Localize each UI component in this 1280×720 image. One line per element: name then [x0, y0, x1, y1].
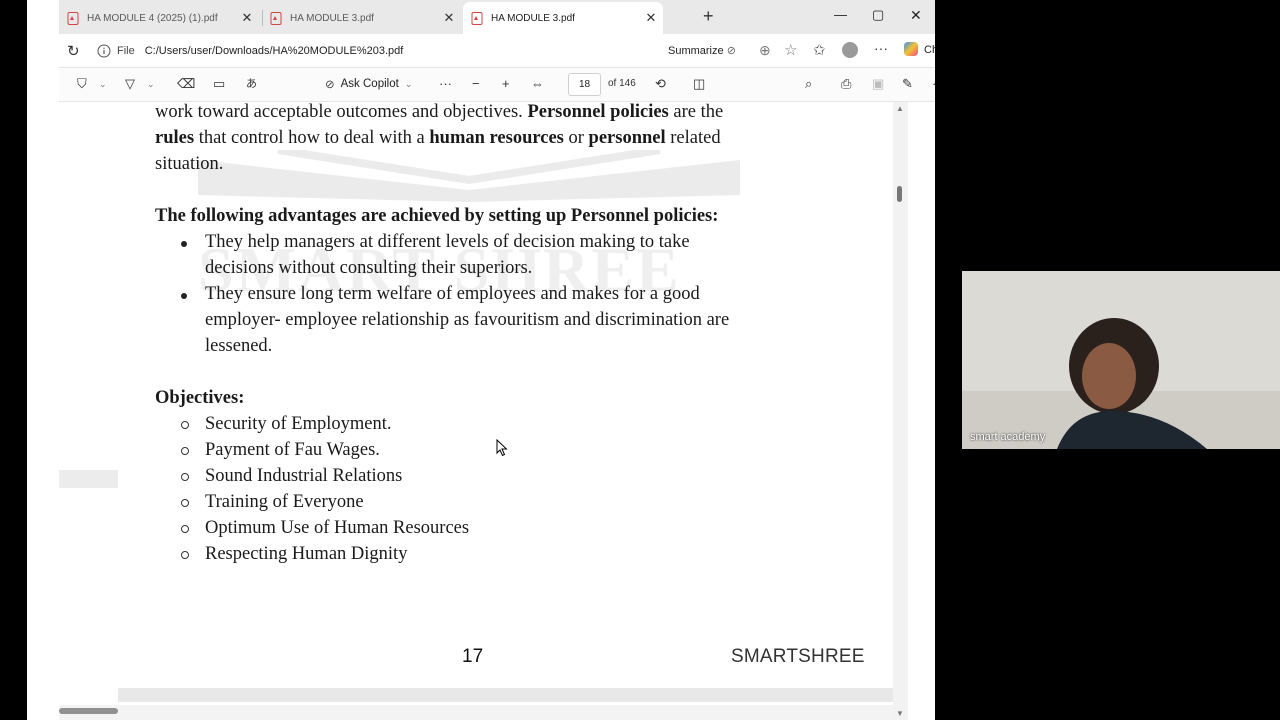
more-tools-icon[interactable]: ···	[439, 76, 452, 92]
objective-item: Optimum Use of Human Resources	[205, 518, 470, 538]
participant-video-image	[962, 271, 1280, 449]
url-scheme-label: File	[117, 44, 135, 57]
tab-bar: HA MODULE 4 (2025) (1).pdf ✕ HA MODULE 3…	[59, 0, 935, 34]
scroll-down-icon[interactable]: ▼	[896, 709, 904, 718]
objective-item: Payment of Fau Wages.	[205, 440, 380, 460]
horizontal-scroll-thumb[interactable]	[59, 708, 118, 714]
advantage-1-line-2: decisions without consulting their super…	[205, 258, 533, 278]
page-gap	[118, 688, 893, 702]
advantage-2-line-1: They ensure long term welfare of employe…	[205, 284, 700, 304]
text-icon[interactable]: ▭	[213, 76, 225, 92]
list-bullet-ring	[181, 473, 189, 481]
ask-copilot-label: Ask Copilot	[340, 78, 399, 90]
chevron-down-icon: ⌄	[404, 78, 413, 89]
eraser-icon[interactable]: ⌫	[177, 76, 195, 92]
print-icon[interactable]: ⎙	[841, 76, 851, 92]
tab-label: HA MODULE 3.pdf	[290, 12, 374, 24]
chat-button[interactable]: Chat	[924, 44, 935, 56]
settings-more-icon[interactable]: ···	[932, 76, 935, 92]
close-tab-icon[interactable]: ✕	[437, 10, 461, 26]
pdf-file-icon	[270, 11, 282, 25]
save-as-icon[interactable]: ✎	[902, 76, 913, 92]
participant-name-label: smart academy	[970, 431, 1046, 443]
intro-line-3: situation.	[155, 154, 224, 174]
objective-item: Respecting Human Dignity	[205, 544, 408, 564]
footer-brand: SMARTSHREE	[731, 646, 865, 667]
list-bullet-ring	[181, 447, 189, 455]
vertical-scrollbar[interactable]: ▲ ▼	[893, 102, 908, 720]
watermark-book-graphic	[198, 150, 740, 202]
highlight-icon[interactable]: ⛉	[77, 76, 87, 92]
bullet-dot	[181, 241, 187, 247]
tab-ha-module-4[interactable]: HA MODULE 4 (2025) (1).pdf ✕	[59, 2, 259, 34]
profile-avatar[interactable]	[842, 42, 858, 58]
pdf-file-icon	[67, 11, 79, 25]
save-icon[interactable]: ▣	[872, 76, 884, 92]
summarize-label: Summarize	[668, 45, 724, 57]
copilot-outline-icon: ⊘	[325, 79, 335, 91]
url-field[interactable]: File C:/Users/user/Downloads/HA%20MODULE…	[89, 39, 641, 62]
list-bullet-ring	[181, 421, 189, 429]
page-number-input[interactable]: 18	[568, 73, 601, 96]
list-bullet-ring	[181, 551, 189, 559]
close-window-icon[interactable]: ✕	[910, 7, 922, 24]
objective-item: Sound Industrial Relations	[205, 466, 403, 486]
favorites-icon[interactable]: ✩	[813, 41, 826, 59]
horizontal-scrollbar[interactable]	[59, 705, 893, 720]
maximize-icon[interactable]: ▢	[872, 7, 884, 23]
info-icon[interactable]	[97, 44, 111, 58]
webcam-video-tile: smart academy	[962, 271, 1280, 449]
search-icon[interactable]: ⌕	[805, 76, 812, 92]
read-aloud-icon[interactable]: あ	[246, 76, 257, 92]
objective-item: Security of Employment.	[205, 414, 392, 434]
advantage-1-line-1: They help managers at different levels o…	[205, 232, 690, 252]
tab-label: HA MODULE 3.pdf	[491, 12, 575, 24]
zoom-out-icon[interactable]: −	[472, 76, 480, 92]
ask-copilot-button[interactable]: ⊘ Ask Copilot ⌄	[325, 77, 412, 91]
chevron-down-icon[interactable]: ⌄	[147, 76, 155, 92]
objectives-heading: Objectives:	[155, 388, 245, 408]
scroll-up-icon[interactable]: ▲	[896, 104, 904, 113]
address-bar: ↻ File C:/Users/user/Downloads/HA%20MODU…	[59, 34, 935, 68]
page-view-icon[interactable]: ◫	[693, 76, 705, 92]
tab-label: HA MODULE 4 (2025) (1).pdf	[87, 12, 218, 24]
objective-item: Training of Everyone	[205, 492, 364, 512]
page-number: 17	[462, 646, 484, 667]
advantage-2-line-3: lessened.	[205, 336, 273, 356]
close-tab-icon[interactable]: ✕	[639, 10, 663, 26]
list-bullet-ring	[181, 499, 189, 507]
mouse-cursor-icon	[496, 439, 508, 457]
new-tab-button[interactable]: +	[703, 6, 714, 27]
pdf-file-icon	[471, 11, 483, 25]
vertical-scroll-thumb[interactable]	[897, 186, 902, 202]
tab-ha-module-3[interactable]: HA MODULE 3.pdf ✕	[262, 2, 461, 34]
summarize-button[interactable]: Summarize ⊘	[668, 44, 736, 57]
summarize-icon: ⊘	[726, 45, 736, 57]
advantages-heading: The following advantages are achieved by…	[155, 206, 719, 226]
zoom-in-icon[interactable]: +	[502, 76, 510, 92]
more-options-icon[interactable]: ···	[874, 40, 888, 56]
copilot-icon[interactable]	[904, 42, 918, 56]
advantage-2-line-2: employer- employee relationship as favou…	[205, 310, 730, 330]
chevron-down-icon[interactable]: ⌄	[99, 76, 107, 92]
zoom-icon[interactable]: ⊕	[759, 42, 771, 59]
tab-ha-module-3-active[interactable]: HA MODULE 3.pdf ✕	[463, 2, 663, 34]
url-text: C:/Users/user/Downloads/HA%20MODULE%203.…	[144, 44, 404, 57]
page-thumbnail-strip[interactable]	[59, 470, 118, 488]
minimize-icon[interactable]: —	[834, 7, 847, 22]
rotate-icon[interactable]: ⟲	[655, 76, 666, 92]
intro-line-1: work toward acceptable outcomes and obje…	[155, 102, 724, 122]
list-bullet-ring	[181, 525, 189, 533]
favorite-star-icon[interactable]: ☆	[784, 41, 797, 59]
intro-line-2: rules that control how to deal with a hu…	[155, 128, 721, 148]
draw-icon[interactable]: ▽	[125, 76, 135, 92]
fit-page-icon[interactable]: ⇔	[531, 76, 544, 92]
close-tab-icon[interactable]: ✕	[235, 10, 259, 26]
pdf-toolbar: ⛉ ⌄ ▽ ⌄ ⌫ ▭ あ ⊘ Ask Copilot ⌄ ··· − + ⇔ …	[59, 68, 935, 102]
total-pages-label: of 146	[608, 78, 636, 89]
bullet-dot	[181, 293, 187, 299]
refresh-icon[interactable]: ↻	[67, 42, 80, 60]
